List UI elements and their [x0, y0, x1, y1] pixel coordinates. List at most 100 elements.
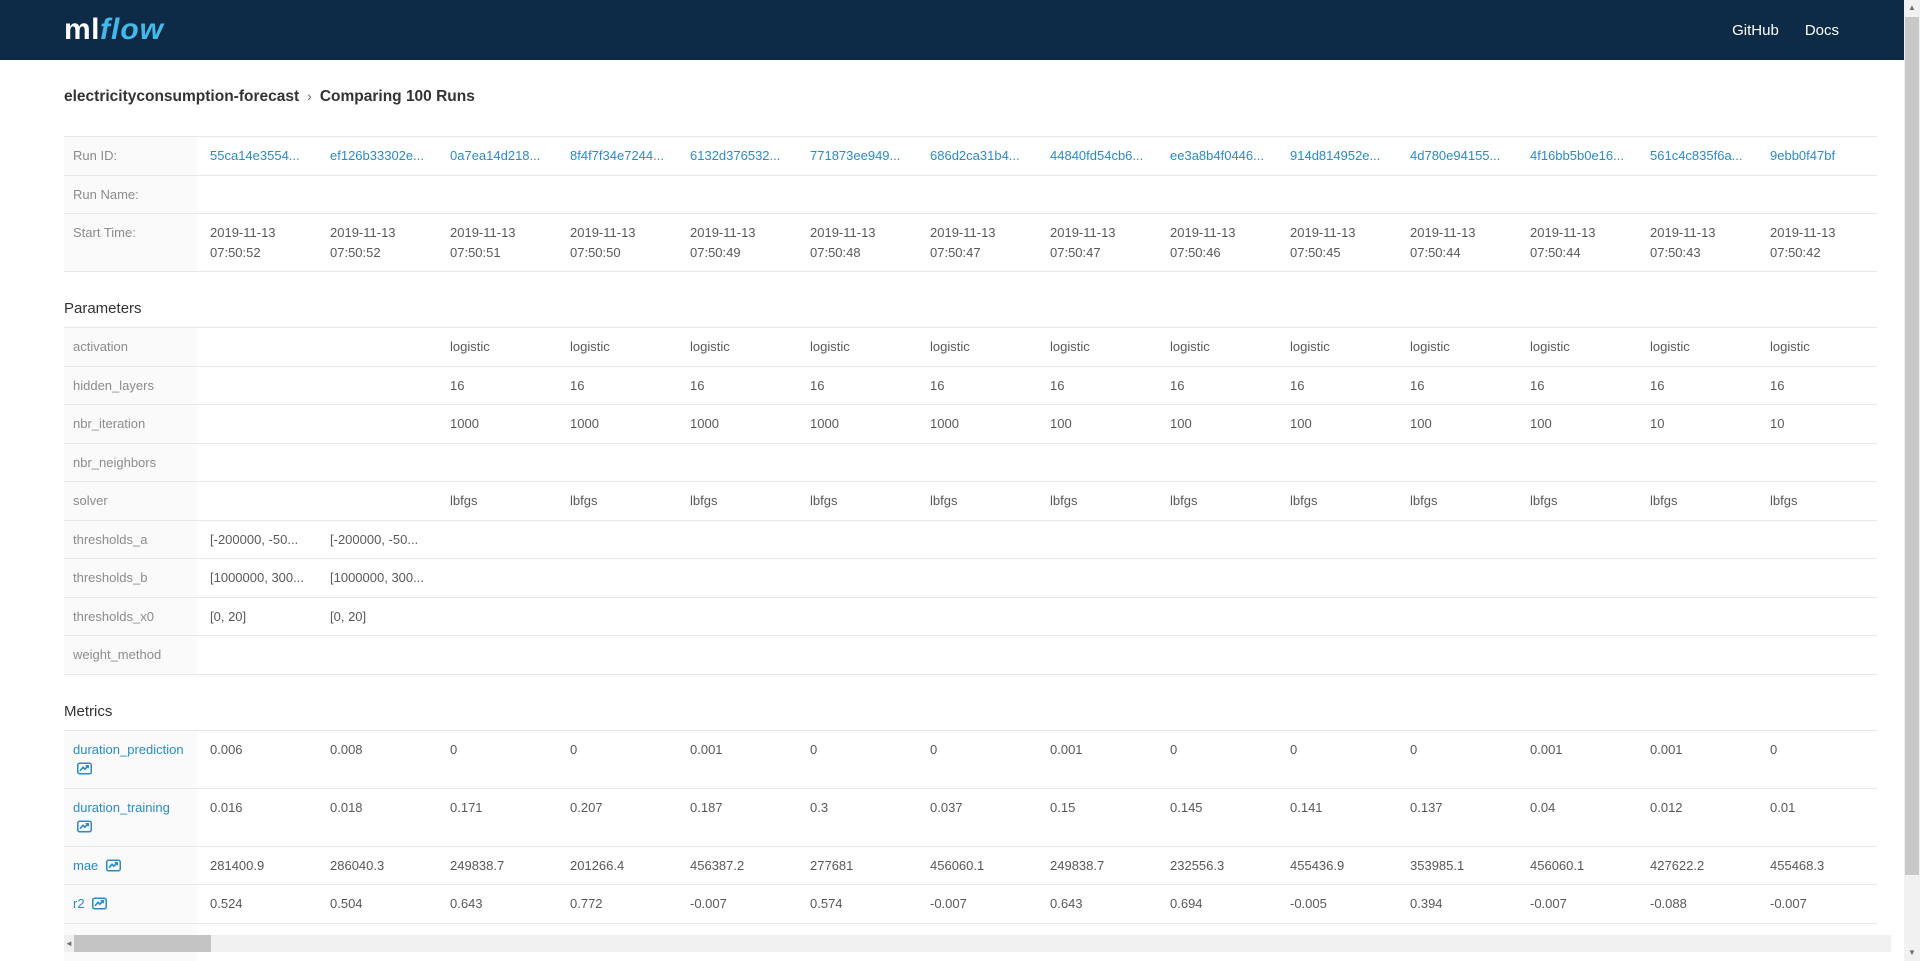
table-row: thresholds_a[-200000, -50...[-200000, -5… [64, 520, 1877, 559]
metric-link[interactable]: r2 [73, 896, 107, 911]
metric-cell: 0.01 [1757, 788, 1877, 846]
metric-cell: 0.694 [1157, 885, 1277, 924]
row-label: nbr_neighbors [64, 443, 197, 482]
metric-cell: 427622.2 [1637, 846, 1757, 885]
run-info-cell: 686d2ca31b4... [917, 137, 1037, 176]
run-id-link[interactable]: 4d780e94155... [1410, 146, 1509, 166]
parameter-cell [317, 443, 437, 482]
parameter-cell [437, 443, 557, 482]
parameter-cell: 16 [557, 366, 677, 405]
nav-link-github[interactable]: GitHub [1732, 22, 1779, 39]
metric-cell: 0.012 [1637, 788, 1757, 846]
vertical-scrollbar[interactable]: ▲ ▼ [1904, 0, 1920, 961]
run-info-cell: ef126b33302e... [317, 137, 437, 176]
metric-cell: 0.006 [197, 730, 317, 788]
parameter-cell [797, 443, 917, 482]
run-id-link[interactable]: 0a7ea14d218... [450, 146, 549, 166]
parameter-cell [1757, 636, 1877, 675]
parameter-cell [1757, 597, 1877, 636]
parameter-cell [1277, 597, 1397, 636]
run-id-link[interactable]: 9ebb0f47bf [1770, 146, 1869, 166]
run-info-cell [557, 175, 677, 214]
metric-cell: 0.524 [197, 885, 317, 924]
parameters-table: activationlogisticlogisticlogisticlogist… [64, 327, 1877, 675]
parameter-cell: logistic [797, 328, 917, 367]
parameter-cell [677, 520, 797, 559]
parameter-cell [317, 328, 437, 367]
parameter-cell [677, 597, 797, 636]
parameter-cell [1757, 520, 1877, 559]
horizontal-scrollbar[interactable]: ◄ [64, 935, 1891, 952]
breadcrumb: electricityconsumption-forecast›Comparin… [64, 88, 1856, 106]
table-row: mae 281400.9286040.3249838.7201266.44563… [64, 846, 1877, 885]
parameter-cell: lbfgs [1757, 482, 1877, 521]
parameter-cell [197, 366, 317, 405]
metric-cell: 0.001 [1637, 730, 1757, 788]
run-info-cell: 2019-11-13 07:50:51 [437, 214, 557, 272]
parameter-cell [1157, 597, 1277, 636]
run-id-link[interactable]: ee3a8b4f0446... [1170, 146, 1269, 166]
metric-cell: 353985.1 [1397, 846, 1517, 885]
breadcrumb-separator-icon: › [299, 88, 320, 104]
metric-cell: 0.15 [1037, 788, 1157, 846]
parameter-cell: 16 [917, 366, 1037, 405]
run-id-link[interactable]: 686d2ca31b4... [930, 146, 1029, 166]
scroll-up-arrow-icon[interactable]: ▲ [1904, 0, 1920, 16]
table-row: solverlbfgslbfgslbfgslbfgslbfgslbfgslbfg… [64, 482, 1877, 521]
run-id-link[interactable]: ef126b33302e... [330, 146, 429, 166]
parameter-cell [437, 520, 557, 559]
parameter-cell [197, 636, 317, 675]
run-info-cell [677, 175, 797, 214]
row-label: duration_prediction [64, 730, 197, 788]
row-label: Run ID: [64, 137, 197, 176]
run-info-cell: 44840fd54cb6... [1037, 137, 1157, 176]
parameter-cell: 1000 [437, 405, 557, 444]
run-id-link[interactable]: 771873ee949... [810, 146, 909, 166]
metric-cell: 0 [917, 730, 1037, 788]
metric-link[interactable]: mae [73, 858, 121, 873]
run-id-link[interactable]: 55ca14e3554... [210, 146, 309, 166]
mlflow-logo[interactable]: mlflow [64, 15, 164, 45]
metric-cell: 0 [1397, 730, 1517, 788]
metric-cell: 0.145 [1157, 788, 1277, 846]
run-id-link[interactable]: 4f16bb5b0e16... [1530, 146, 1629, 166]
scroll-left-arrow-icon[interactable]: ◄ [64, 935, 74, 952]
parameter-cell [557, 443, 677, 482]
parameter-cell [1037, 520, 1157, 559]
parameter-cell [677, 636, 797, 675]
metric-link[interactable]: duration_prediction [73, 742, 184, 777]
breadcrumb-experiment-link[interactable]: electricityconsumption-forecast [64, 88, 299, 105]
top-navigation-bar: mlflow GitHub Docs [0, 0, 1920, 60]
scroll-down-arrow-icon[interactable]: ▼ [1904, 945, 1920, 961]
nav-link-docs[interactable]: Docs [1805, 22, 1839, 39]
parameter-cell: logistic [1397, 328, 1517, 367]
metric-cell: 0.772 [557, 885, 677, 924]
row-label: solver [64, 482, 197, 521]
run-info-cell: 2019-11-13 07:50:44 [1397, 214, 1517, 272]
run-id-link[interactable]: 561c4c835f6a... [1650, 146, 1749, 166]
parameter-cell: 16 [1517, 366, 1637, 405]
metric-link[interactable]: duration_training [73, 800, 170, 835]
vertical-scrollbar-thumb[interactable] [1905, 17, 1919, 875]
metric-cell: 0.187 [677, 788, 797, 846]
parameter-cell: 1000 [557, 405, 677, 444]
parameter-cell [197, 405, 317, 444]
table-row: activationlogisticlogisticlogisticlogist… [64, 328, 1877, 367]
parameter-cell: [1000000, 300... [317, 559, 437, 598]
parameter-cell: 16 [437, 366, 557, 405]
run-id-link[interactable]: 8f4f7f34e7244... [570, 146, 669, 166]
horizontal-scrollbar-thumb[interactable] [74, 935, 211, 952]
parameter-cell [797, 520, 917, 559]
run-id-link[interactable]: 914d814952e... [1290, 146, 1389, 166]
run-id-link[interactable]: 6132d376532... [690, 146, 789, 166]
parameter-cell: lbfgs [1157, 482, 1277, 521]
metric-cell: 0.643 [437, 885, 557, 924]
run-id-link[interactable]: 44840fd54cb6... [1050, 146, 1149, 166]
metric-cell: 0 [1757, 730, 1877, 788]
parameter-cell: logistic [1157, 328, 1277, 367]
parameter-cell [917, 636, 1037, 675]
parameter-cell [197, 482, 317, 521]
run-info-cell: 0a7ea14d218... [437, 137, 557, 176]
parameter-cell: logistic [437, 328, 557, 367]
parameter-cell: lbfgs [917, 482, 1037, 521]
